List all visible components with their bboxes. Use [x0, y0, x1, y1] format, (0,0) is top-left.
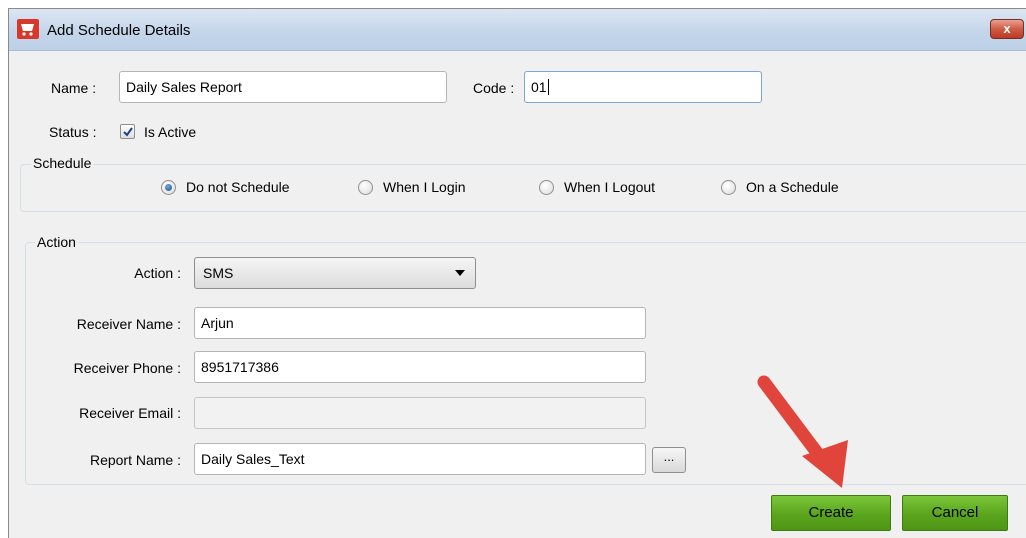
- radio-on-a-schedule[interactable]: On a Schedule: [721, 179, 839, 195]
- create-button[interactable]: Create: [771, 495, 891, 531]
- receiver-phone-label: Receiver Phone :: [73, 360, 181, 376]
- browse-button[interactable]: ...: [652, 447, 686, 473]
- receiver-phone-input[interactable]: 8951717386: [194, 351, 646, 383]
- radio-label: On a Schedule: [746, 179, 839, 195]
- radio-unselected-icon: [358, 179, 373, 195]
- is-active-label: Is Active: [144, 124, 197, 140]
- action-group-title: Action: [35, 234, 78, 250]
- code-value: 01: [531, 79, 547, 95]
- radio-label: When I Login: [383, 179, 466, 195]
- title-bar: Add Schedule Details x: [9, 9, 1026, 51]
- close-button[interactable]: x: [990, 19, 1024, 39]
- schedule-group-title: Schedule: [31, 155, 94, 171]
- receiver-email-label: Receiver Email :: [79, 405, 181, 421]
- cancel-button[interactable]: Cancel: [902, 495, 1008, 531]
- action-label: Action :: [134, 265, 181, 281]
- receiver-name-input[interactable]: Arjun: [194, 307, 646, 339]
- radio-when-i-logout[interactable]: When I Logout: [539, 179, 655, 195]
- code-label: Code :: [473, 80, 515, 96]
- is-active-checkbox[interactable]: [120, 124, 135, 139]
- shopping-cart-icon: [17, 19, 39, 39]
- window-title: Add Schedule Details: [47, 22, 191, 39]
- add-schedule-dialog: Add Schedule Details x Name : Daily Sale…: [8, 8, 1026, 538]
- close-icon: x: [1003, 21, 1011, 36]
- radio-do-not-schedule[interactable]: Do not Schedule: [161, 179, 290, 195]
- radio-selected-icon: [161, 179, 176, 195]
- report-name-label: Report Name :: [89, 452, 181, 468]
- receiver-name-label: Receiver Name :: [76, 316, 181, 332]
- action-dropdown[interactable]: SMS: [194, 257, 476, 289]
- radio-label: When I Logout: [564, 179, 656, 195]
- receiver-email-input[interactable]: [194, 397, 646, 429]
- status-label: Status :: [49, 124, 97, 140]
- name-label: Name :: [51, 80, 97, 96]
- checkmark-icon: [123, 127, 133, 137]
- chevron-down-icon: [455, 270, 465, 276]
- radio-label: Do not Schedule: [186, 179, 290, 195]
- radio-unselected-icon: [721, 179, 736, 195]
- annotation-arrow-icon: [757, 375, 848, 488]
- name-input[interactable]: Daily Sales Report: [119, 71, 447, 103]
- radio-when-i-login[interactable]: When I Login: [358, 179, 466, 195]
- text-caret: [547, 79, 549, 95]
- action-dropdown-value: SMS: [203, 265, 234, 281]
- report-name-input[interactable]: Daily Sales_Text: [194, 443, 646, 475]
- code-input[interactable]: 01: [524, 71, 762, 103]
- radio-unselected-icon: [539, 179, 554, 195]
